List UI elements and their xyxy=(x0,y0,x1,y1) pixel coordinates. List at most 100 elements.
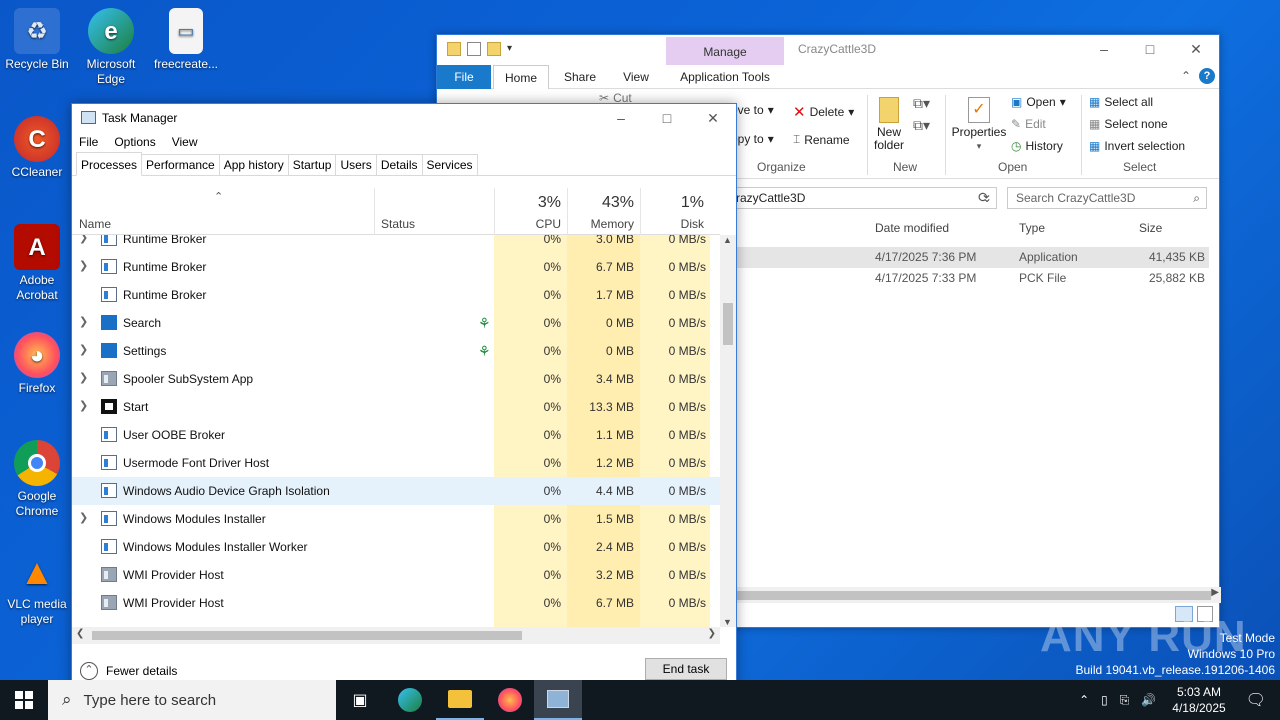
delete-button[interactable]: ✕ Delete ▾ xyxy=(793,103,854,121)
desktop-icon-vlc[interactable]: ▲ VLC media player xyxy=(1,548,73,627)
process-list-vertical-scrollbar[interactable]: ▲ ▼ xyxy=(720,235,736,627)
properties-icon[interactable] xyxy=(467,42,481,56)
table-row[interactable]: ❯ Start 0% 13.3 MB 0 MB/s xyxy=(72,393,720,421)
move-to-button[interactable]: ove to ▾ xyxy=(731,103,774,117)
new-folder-button[interactable]: New folder xyxy=(871,97,907,152)
select-none-button[interactable]: ▦ Select none xyxy=(1089,117,1168,131)
desktop-icon-edge[interactable]: e Microsoft Edge xyxy=(75,8,147,87)
table-row[interactable]: ❯ Runtime Broker 0% 3.0 MB 0 MB/s xyxy=(72,235,720,253)
desktop-icon-chrome[interactable]: Google Chrome xyxy=(1,440,73,519)
task-view-button[interactable]: ▣ xyxy=(336,680,384,720)
desktop-icon-recycle-bin[interactable]: ♻ Recycle Bin xyxy=(1,8,73,72)
scroll-down-icon[interactable]: ▼ xyxy=(723,617,732,627)
table-row[interactable]: ❯ Windows Modules Installer 0% 1.5 MB 0 … xyxy=(72,505,720,533)
invert-selection-button[interactable]: ▦ Invert selection xyxy=(1089,139,1185,153)
table-row[interactable]: Windows Modules Installer Worker 0% 2.4 … xyxy=(72,533,720,561)
column-type[interactable]: Type xyxy=(1019,221,1045,235)
column-name[interactable]: ⌃ Name xyxy=(72,188,374,235)
task-manager-window[interactable]: Task Manager – □ ✕ File Options View Pro… xyxy=(71,103,737,693)
column-status[interactable]: Status xyxy=(374,188,494,235)
explorer-titlebar[interactable]: ▾ Manage CrazyCattle3D – □ ✕ xyxy=(437,35,1219,65)
task-manager-titlebar[interactable]: Task Manager – □ ✕ xyxy=(72,104,736,132)
tab-startup[interactable]: Startup xyxy=(287,154,337,175)
tab-home[interactable]: Home xyxy=(493,65,549,89)
taskbar-firefox[interactable] xyxy=(486,680,534,720)
expand-icon[interactable]: ❯ xyxy=(79,512,89,524)
tab-users[interactable]: Users xyxy=(335,154,377,175)
tab-application-tools[interactable]: Application Tools xyxy=(669,65,781,89)
expand-icon[interactable]: ❯ xyxy=(79,316,89,328)
table-row[interactable]: Runtime Broker 0% 1.7 MB 0 MB/s xyxy=(72,281,720,309)
new-item-icon[interactable]: ⧉▾ xyxy=(913,95,930,112)
column-size[interactable]: Size xyxy=(1139,221,1162,235)
column-disk[interactable]: 1% Disk xyxy=(640,188,710,235)
menu-file[interactable]: File xyxy=(79,132,98,152)
scrollbar-thumb[interactable] xyxy=(723,303,733,345)
customize-qat-icon[interactable]: ▾ xyxy=(507,42,517,56)
expand-icon[interactable]: ❯ xyxy=(79,260,89,272)
taskbar-task-manager[interactable] xyxy=(534,680,582,720)
tab-processes[interactable]: Processes xyxy=(76,152,143,176)
table-row[interactable]: ❯ Spooler SubSystem App 0% 3.4 MB 0 MB/s xyxy=(72,365,720,393)
tab-app-history[interactable]: App history xyxy=(218,154,289,175)
close-icon[interactable]: ✕ xyxy=(1173,35,1219,63)
scroll-left-icon[interactable]: ❮ xyxy=(76,628,84,639)
table-row[interactable]: ❯ Search ⚘ 0% 0 MB 0 MB/s xyxy=(72,309,720,337)
tab-details[interactable]: Details xyxy=(375,154,423,175)
show-hidden-icons-icon[interactable]: ⌃ xyxy=(1073,693,1095,707)
expand-icon[interactable]: ❯ xyxy=(79,372,89,384)
scroll-up-icon[interactable]: ▲ xyxy=(723,235,732,245)
volume-icon[interactable]: 🔊 xyxy=(1135,693,1162,707)
collapse-ribbon-icon[interactable]: ⌃ xyxy=(1181,69,1191,83)
fewer-details-button[interactable]: ⌃ Fewer details xyxy=(80,662,177,680)
notification-icon[interactable]: 🗨 xyxy=(1236,690,1280,710)
expand-icon[interactable]: ❯ xyxy=(79,344,89,356)
column-memory[interactable]: 43% Memory xyxy=(567,188,640,235)
table-row[interactable]: ❯ Settings ⚘ 0% 0 MB 0 MB/s xyxy=(72,337,720,365)
end-task-button[interactable]: End task xyxy=(645,658,727,680)
tab-file[interactable]: File xyxy=(437,65,491,89)
explorer-horizontal-scrollbar[interactable]: ▶ xyxy=(737,587,1221,603)
rename-button[interactable]: ⌶ Rename xyxy=(793,132,850,147)
file-row[interactable]: 4/17/2025 7:33 PM PCK File 25,882 KB xyxy=(737,268,1209,289)
maximize-icon[interactable]: □ xyxy=(644,104,690,132)
search-icon[interactable]: ⌕ xyxy=(1193,188,1200,208)
tab-share[interactable]: Share xyxy=(557,65,603,89)
column-cpu[interactable]: 3% CPU xyxy=(494,188,567,235)
copy-to-button[interactable]: opy to ▾ xyxy=(731,132,774,146)
maximize-icon[interactable]: □ xyxy=(1127,35,1173,63)
table-row[interactable]: ❯ Runtime Broker 0% 6.7 MB 0 MB/s xyxy=(72,253,720,281)
folder-icon[interactable] xyxy=(447,42,461,56)
column-date-modified[interactable]: Date modified xyxy=(875,221,949,235)
tablet-icon[interactable]: ▯ xyxy=(1095,693,1114,707)
table-row-selected[interactable]: Windows Audio Device Graph Isolation 0% … xyxy=(72,477,720,505)
edit-button[interactable]: ✎ Edit xyxy=(1011,117,1046,131)
scrollbar-thumb[interactable] xyxy=(737,591,1211,600)
manage-contextual-tab[interactable]: Manage xyxy=(666,37,784,65)
desktop-icon-freecreate[interactable]: ▭ freecreate... xyxy=(150,8,222,72)
menu-view[interactable]: View xyxy=(172,132,198,152)
close-icon[interactable]: ✕ xyxy=(690,104,736,132)
table-row[interactable]: User OOBE Broker 0% 1.1 MB 0 MB/s xyxy=(72,421,720,449)
help-icon[interactable]: ? xyxy=(1199,68,1215,84)
menu-options[interactable]: Options xyxy=(114,132,155,152)
table-row[interactable]: WMI Provider Host 0% 6.7 MB 0 MB/s xyxy=(72,589,720,617)
clock[interactable]: 5:03 AM 4/18/2025 xyxy=(1162,684,1235,716)
easy-access-icon[interactable]: ⧉▾ xyxy=(913,117,930,134)
refresh-icon[interactable]: ⟳ xyxy=(978,189,990,206)
select-all-button[interactable]: ▦ Select all xyxy=(1089,95,1153,109)
minimize-icon[interactable]: – xyxy=(598,104,644,132)
scroll-right-icon[interactable]: ❯ xyxy=(708,628,716,639)
scroll-right-icon[interactable]: ▶ xyxy=(1211,587,1219,598)
expand-icon[interactable]: ❯ xyxy=(79,400,89,412)
file-row[interactable]: 4/17/2025 7:36 PM Application 41,435 KB xyxy=(737,247,1209,268)
table-row[interactable]: WMI Provider Host 0% 3.2 MB 0 MB/s xyxy=(72,561,720,589)
start-button[interactable] xyxy=(0,680,48,720)
table-row[interactable]: Usermode Font Driver Host 0% 1.2 MB 0 MB… xyxy=(72,449,720,477)
new-folder-icon[interactable] xyxy=(487,42,501,56)
properties-button[interactable]: ✓ Properties ▾ xyxy=(951,97,1007,153)
history-button[interactable]: ◷ History xyxy=(1011,139,1063,153)
search-input[interactable]: Search CrazyCattle3D ⌕ xyxy=(1007,187,1207,209)
desktop-icon-acrobat[interactable]: A Adobe Acrobat xyxy=(1,224,73,303)
taskbar-edge[interactable] xyxy=(386,680,434,720)
